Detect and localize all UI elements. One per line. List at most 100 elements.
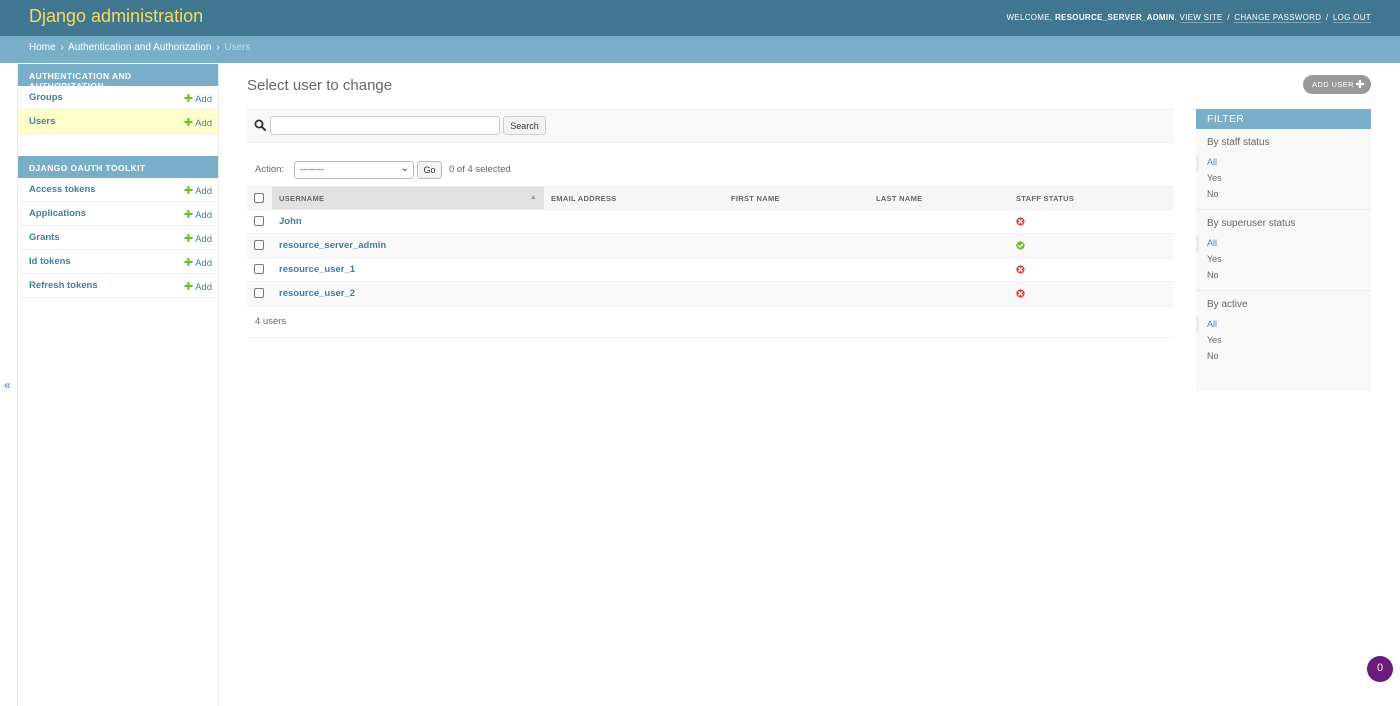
icon-no xyxy=(1016,265,1025,274)
filter-option-no[interactable]: No xyxy=(1207,268,1371,284)
filter-option-yes[interactable]: Yes xyxy=(1207,333,1371,349)
filter-option-yes[interactable]: Yes xyxy=(1207,252,1371,268)
staff-status-cell xyxy=(1009,257,1174,282)
row-select-cell xyxy=(247,281,272,306)
sidebar-link-access-tokens[interactable]: Access tokens xyxy=(29,184,96,195)
plus-icon: ✚ xyxy=(183,209,194,221)
column-header-last-name[interactable]: Last name xyxy=(869,186,1009,210)
filter-option-all[interactable]: All xyxy=(1196,155,1371,171)
column-header-email[interactable]: Email address xyxy=(544,186,724,210)
sidebar-item-groups: Groups ✚ Add xyxy=(18,86,218,110)
add-label: Add xyxy=(195,282,212,293)
add-access-tokens-link[interactable]: ✚ Add xyxy=(184,184,212,197)
welcome-text: WELCOME, xyxy=(1006,13,1053,22)
site-title[interactable]: Django administration xyxy=(29,6,203,27)
column-header-staff-status[interactable]: Staff status xyxy=(1009,186,1174,210)
column-header-username[interactable]: Username ▲ xyxy=(272,186,544,210)
table-row: John xyxy=(247,209,1174,234)
row-checkbox[interactable] xyxy=(254,288,264,299)
search-toolbar: Search xyxy=(247,109,1174,143)
breadcrumb-section[interactable]: Authentication and Authorization xyxy=(68,42,211,53)
row-checkbox[interactable] xyxy=(254,264,264,275)
add-applications-link[interactable]: ✚ Add xyxy=(184,208,212,221)
username-link[interactable]: resource_server_admin xyxy=(279,240,386,251)
add-label: Add xyxy=(195,210,212,221)
icon-yes xyxy=(1016,241,1025,250)
last-name-cell xyxy=(869,209,1009,234)
plus-icon: ✚ xyxy=(183,93,194,105)
sidebar-link-refresh-tokens[interactable]: Refresh tokens xyxy=(29,280,98,291)
add-user-button[interactable]: Add user ✚ xyxy=(1303,75,1371,94)
header: Django administration WELCOME, RESOURCE_… xyxy=(0,0,1400,36)
filter-option-all[interactable]: All xyxy=(1196,317,1371,333)
row-checkbox[interactable] xyxy=(254,216,264,227)
filter-groups: By staff status All Yes No By superuser stat… xyxy=(1196,129,1371,371)
username-link[interactable]: John xyxy=(279,216,302,227)
filter-heading: By active xyxy=(1207,299,1248,310)
action-select[interactable]: --------- ⌄ xyxy=(294,161,414,179)
username-cell: resource_server_admin xyxy=(272,233,544,258)
add-groups-link[interactable]: ✚ Add xyxy=(184,92,212,105)
breadcrumb-home[interactable]: Home xyxy=(29,42,56,53)
plus-icon: ✚ xyxy=(183,233,194,245)
plus-icon: ✚ xyxy=(183,117,194,129)
notification-badge[interactable]: 0 xyxy=(1367,656,1393,682)
filter-option-all[interactable]: All xyxy=(1196,236,1371,252)
sidebar-item-applications: Applications ✚ Add xyxy=(18,202,218,226)
add-label: Add xyxy=(195,118,212,129)
add-users-link[interactable]: ✚ Add xyxy=(184,116,212,129)
select-all-checkbox[interactable] xyxy=(254,193,264,203)
add-grants-link[interactable]: ✚ Add xyxy=(184,232,212,245)
staff-status-cell xyxy=(1009,209,1174,234)
sidebar-link-groups[interactable]: Groups xyxy=(29,92,63,103)
search-input[interactable] xyxy=(270,116,500,135)
add-label: Add xyxy=(195,258,212,269)
sort-ascending-icon[interactable]: ▲ xyxy=(530,194,537,201)
go-button[interactable]: Go xyxy=(417,161,442,179)
row-checkbox[interactable] xyxy=(254,240,264,251)
module-caption-oauth[interactable]: Django OAuth Toolkit xyxy=(18,156,218,178)
row-select-cell xyxy=(247,233,272,258)
sidebar-link-id-tokens[interactable]: Id tokens xyxy=(29,256,71,267)
sidebar-link-applications[interactable]: Applications xyxy=(29,208,86,219)
plus-icon: ✚ xyxy=(183,257,194,269)
add-label: Add xyxy=(195,94,212,105)
first-name-cell xyxy=(724,257,869,282)
log-out-link[interactable]: LOG OUT xyxy=(1332,13,1371,23)
email-cell xyxy=(544,281,724,306)
user-tools: WELCOME, RESOURCE_SERVER_ADMIN. VIEW SIT… xyxy=(1006,13,1371,23)
username-link[interactable]: resource_user_1 xyxy=(279,264,355,275)
module-caption-auth[interactable]: Authentication and Authorization xyxy=(18,64,218,91)
username-cell: resource_user_1 xyxy=(272,257,544,282)
search-button[interactable]: Search xyxy=(503,116,546,135)
search-icon xyxy=(254,119,266,131)
actions-bar: Action: --------- ⌄ Go 0 of 4 selected xyxy=(247,159,1174,181)
row-select-cell xyxy=(247,257,272,282)
add-user-label: Add user xyxy=(1312,80,1354,89)
breadcrumb: Home › Authentication and Authorization … xyxy=(0,36,1400,63)
icon-no xyxy=(1016,289,1025,298)
toggle-nav-sidebar-button[interactable]: « xyxy=(4,378,11,392)
filter-title: FILTER xyxy=(1196,109,1371,129)
add-id-tokens-link[interactable]: ✚ Add xyxy=(184,256,212,269)
username-cell: John xyxy=(272,209,544,234)
result-body: John resource_server_admin resource_user_1… xyxy=(247,209,1174,306)
sidebar-link-grants[interactable]: Grants xyxy=(29,232,60,243)
column-header-first-name[interactable]: First name xyxy=(724,186,869,210)
filter-option-yes[interactable]: Yes xyxy=(1207,171,1371,187)
plus-icon: ✚ xyxy=(1355,79,1365,91)
username-link[interactable]: resource_user_2 xyxy=(279,288,355,299)
filter-group: By staff status All Yes No xyxy=(1196,129,1371,210)
filter-option-no[interactable]: No xyxy=(1207,349,1371,365)
email-cell xyxy=(544,209,724,234)
view-site-link[interactable]: VIEW SITE xyxy=(1179,13,1223,23)
sidebar-link-users[interactable]: Users xyxy=(29,116,55,127)
paginator: 4 users xyxy=(247,307,1174,338)
change-password-link[interactable]: CHANGE PASSWORD xyxy=(1234,13,1322,23)
separator: / xyxy=(1325,13,1329,22)
filter-option-no[interactable]: No xyxy=(1207,187,1371,203)
sidebar-item-users: Users ✚ Add xyxy=(18,110,218,134)
email-cell xyxy=(544,257,724,282)
select-all-cell xyxy=(247,186,272,210)
add-refresh-tokens-link[interactable]: ✚ Add xyxy=(184,280,212,293)
